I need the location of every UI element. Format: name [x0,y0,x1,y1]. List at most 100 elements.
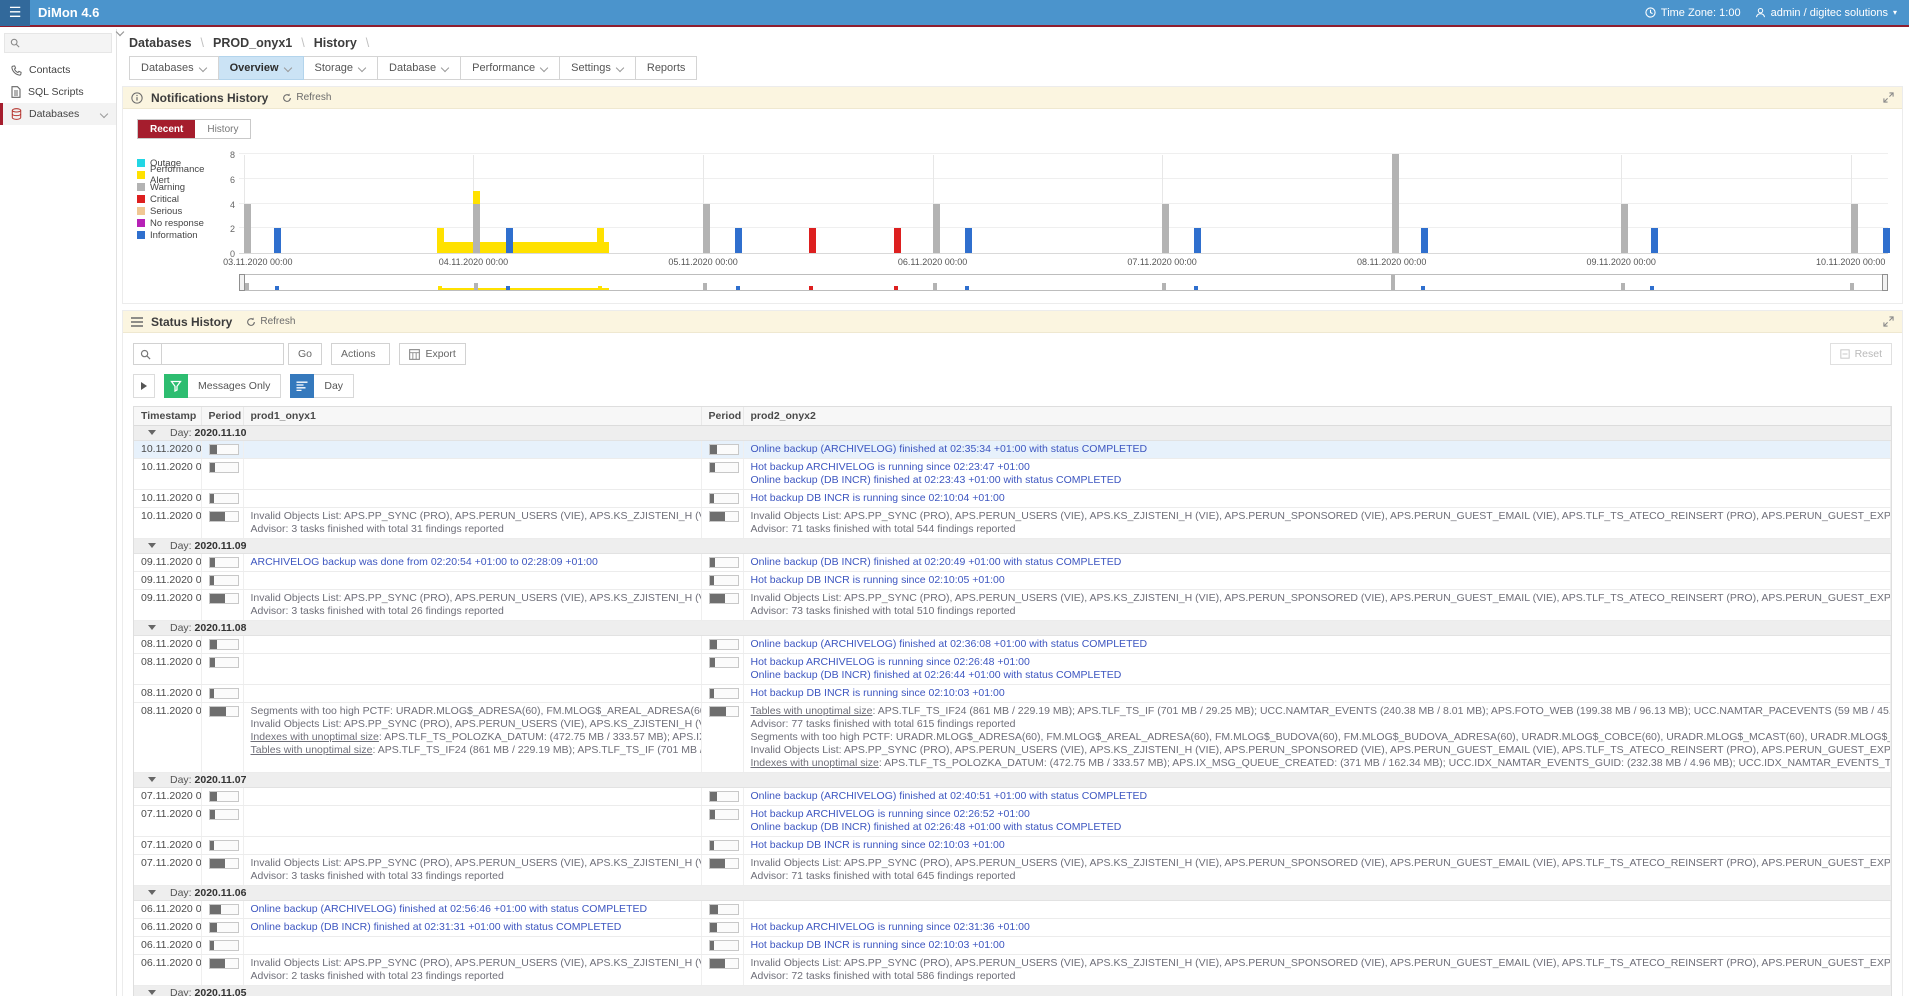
legend-swatch [137,195,145,203]
period-indicator-fill [710,792,717,801]
status-row[interactable]: 07.11.2020 00:00Invalid Objects List: AP… [134,854,1891,885]
status-row[interactable]: 10.11.2020 02:45Online backup (ARCHIVELO… [134,440,1891,458]
sidebar-search-input[interactable] [24,38,106,49]
range-handle-left[interactable] [239,274,245,291]
message-line[interactable]: Hot backup DB INCR is running since 02:1… [751,839,1886,852]
breadcrumb-item-databases[interactable]: Databases [129,36,192,50]
search-input[interactable] [162,343,284,365]
sidebar-item-databases[interactable]: Databases [0,103,116,125]
message-line[interactable]: Online backup (ARCHIVELOG) finished at 0… [751,443,1886,456]
tab-database[interactable]: Database [378,56,461,80]
column-header-period-1[interactable]: Period #1 [201,407,243,425]
sidebar-item-contacts[interactable]: Contacts [0,59,116,81]
status-row[interactable]: 09.11.2020 02:15Hot backup DB INCR is ru… [134,571,1891,589]
tab-storage[interactable]: Storage [304,56,379,80]
user-menu[interactable]: admin / digitec solutions ▾ [1755,7,1897,19]
status-row[interactable]: 07.11.2020 02:15Hot backup DB INCR is ru… [134,836,1891,854]
column-header-period-2[interactable]: Period #2 [701,407,743,425]
column-header-prod1-onyx1[interactable]: prod1_onyx1 [243,407,701,425]
day-group-cell: Day: 2020.11.07 [134,772,1891,787]
message-line[interactable]: Online backup (DB INCR) finished at 02:3… [251,921,696,934]
status-row[interactable]: 06.11.2020 02:45Online backup (DB INCR) … [134,918,1891,936]
maximize-icon[interactable] [1883,92,1894,103]
day-group-row[interactable]: Day: 2020.11.07 [134,772,1891,787]
message-line[interactable]: Hot backup DB INCR is running since 02:1… [751,687,1886,700]
breadcrumb-item-history[interactable]: History [314,36,357,50]
collapse-triangle-icon[interactable] [148,430,156,435]
column-header-prod2-onyx2[interactable]: prod2_onyx2 [743,407,1891,425]
message-line: Invalid Objects List: APS.PP_SYNC (PRO),… [251,592,696,605]
period-indicator-fill [710,445,717,454]
column-header-timestamp[interactable]: Timestamp↓≡ [134,407,201,425]
day-group-row[interactable]: Day: 2020.11.06 [134,885,1891,900]
menu-toggle-icon[interactable]: ☰ [0,0,30,26]
day-group-row[interactable]: Day: 2020.11.09 [134,538,1891,553]
message-line[interactable]: Hot backup ARCHIVELOG is running since 0… [751,808,1886,821]
collapse-triangle-icon[interactable] [148,990,156,995]
breadcrumb-item-prod-onyx1[interactable]: PROD_onyx1 [213,36,292,50]
actions-button[interactable]: Actions [331,343,390,365]
status-row[interactable]: 06.11.2020 02:15Hot backup DB INCR is ru… [134,936,1891,954]
status-row[interactable]: 10.11.2020 02:30Hot backup ARCHIVELOG is… [134,458,1891,489]
message-line[interactable]: ARCHIVELOG backup was done from 02:20:54… [251,556,696,569]
status-row[interactable]: 06.11.2020 00:00Invalid Objects List: AP… [134,954,1891,985]
message-line[interactable]: Hot backup DB INCR is running since 02:1… [751,492,1886,505]
notifications-refresh-button[interactable]: Refresh [282,92,331,103]
status-row[interactable]: 07.11.2020 02:30Hot backup ARCHIVELOG is… [134,805,1891,836]
reset-button[interactable]: Reset [1830,343,1892,365]
tab-performance[interactable]: Performance [461,56,560,80]
day-group-row[interactable]: Day: 2020.11.05 [134,985,1891,996]
message-line[interactable]: Online backup (DB INCR) finished at 02:2… [751,821,1886,834]
maximize-icon[interactable] [1883,316,1894,327]
expand-filters-button[interactable] [133,374,155,398]
collapse-triangle-icon[interactable] [148,890,156,895]
export-button[interactable]: Export [399,343,465,365]
status-row[interactable]: 06.11.2020 03:00Online backup (ARCHIVELO… [134,900,1891,918]
toggle-history[interactable]: History [195,120,250,138]
search-column-selector[interactable] [133,343,162,365]
message-line[interactable]: Online backup (ARCHIVELOG) finished at 0… [251,903,696,916]
status-row[interactable]: 07.11.2020 02:45Online backup (ARCHIVELO… [134,787,1891,805]
message-line[interactable]: Online backup (ARCHIVELOG) finished at 0… [751,638,1886,651]
period2-cell [701,507,743,538]
message-line[interactable]: Hot backup ARCHIVELOG is running since 0… [751,656,1886,669]
message-line[interactable]: Hot backup DB INCR is running since 02:1… [751,574,1886,587]
chart-range-selector[interactable] [239,274,1888,291]
tab-databases[interactable]: Databases [129,56,219,80]
sidebar-item-sql-scripts[interactable]: SQL Scripts [0,81,116,103]
status-row[interactable]: 08.11.2020 02:45Online backup (ARCHIVELO… [134,635,1891,653]
status-row[interactable]: 10.11.2020 02:15Hot backup DB INCR is ru… [134,489,1891,507]
tab-reports[interactable]: Reports [636,56,698,80]
prod1-message-cell: Invalid Objects List: APS.PP_SYNC (PRO),… [243,854,701,885]
time-zone[interactable]: Time Zone: 1:00 [1645,7,1741,19]
message-line[interactable]: Hot backup ARCHIVELOG is running since 0… [751,461,1886,474]
status-row[interactable]: 08.11.2020 02:15Hot backup DB INCR is ru… [134,684,1891,702]
tab-label: Overview [230,62,279,74]
tab-overview[interactable]: Overview [219,56,304,80]
day-group-row[interactable]: Day: 2020.11.08 [134,620,1891,635]
message-line[interactable]: Online backup (ARCHIVELOG) finished at 0… [751,790,1886,803]
message-line[interactable]: Hot backup DB INCR is running since 02:1… [751,939,1886,952]
legend-swatch [137,183,145,191]
message-line[interactable]: Hot backup ARCHIVELOG is running since 0… [751,921,1886,934]
collapse-triangle-icon[interactable] [148,543,156,548]
range-handle-right[interactable] [1882,274,1888,291]
status-row[interactable]: 10.11.2020 00:00Invalid Objects List: AP… [134,507,1891,538]
filter-chip-day[interactable]: Day [290,374,354,398]
status-row[interactable]: 08.11.2020 00:00Segments with too high P… [134,702,1891,772]
message-line[interactable]: Online backup (DB INCR) finished at 02:2… [751,669,1886,682]
collapse-triangle-icon[interactable] [148,777,156,782]
status-row[interactable]: 08.11.2020 02:30Hot backup ARCHIVELOG is… [134,653,1891,684]
status-row[interactable]: 09.11.2020 00:00Invalid Objects List: AP… [134,589,1891,620]
day-group-row[interactable]: Day: 2020.11.10 [134,425,1891,440]
status-row[interactable]: 09.11.2020 02:30ARCHIVELOG backup was do… [134,553,1891,571]
toggle-recent[interactable]: Recent [138,120,195,138]
collapse-triangle-icon[interactable] [148,625,156,630]
go-button[interactable]: Go [288,343,322,365]
sidebar-search[interactable] [4,33,112,53]
message-line[interactable]: Online backup (DB INCR) finished at 02:2… [751,474,1886,487]
status-refresh-button[interactable]: Refresh [246,316,295,327]
tab-settings[interactable]: Settings [560,56,636,80]
filter-chip-messages-only[interactable]: Messages Only [164,374,281,398]
message-line[interactable]: Online backup (DB INCR) finished at 02:2… [751,556,1886,569]
